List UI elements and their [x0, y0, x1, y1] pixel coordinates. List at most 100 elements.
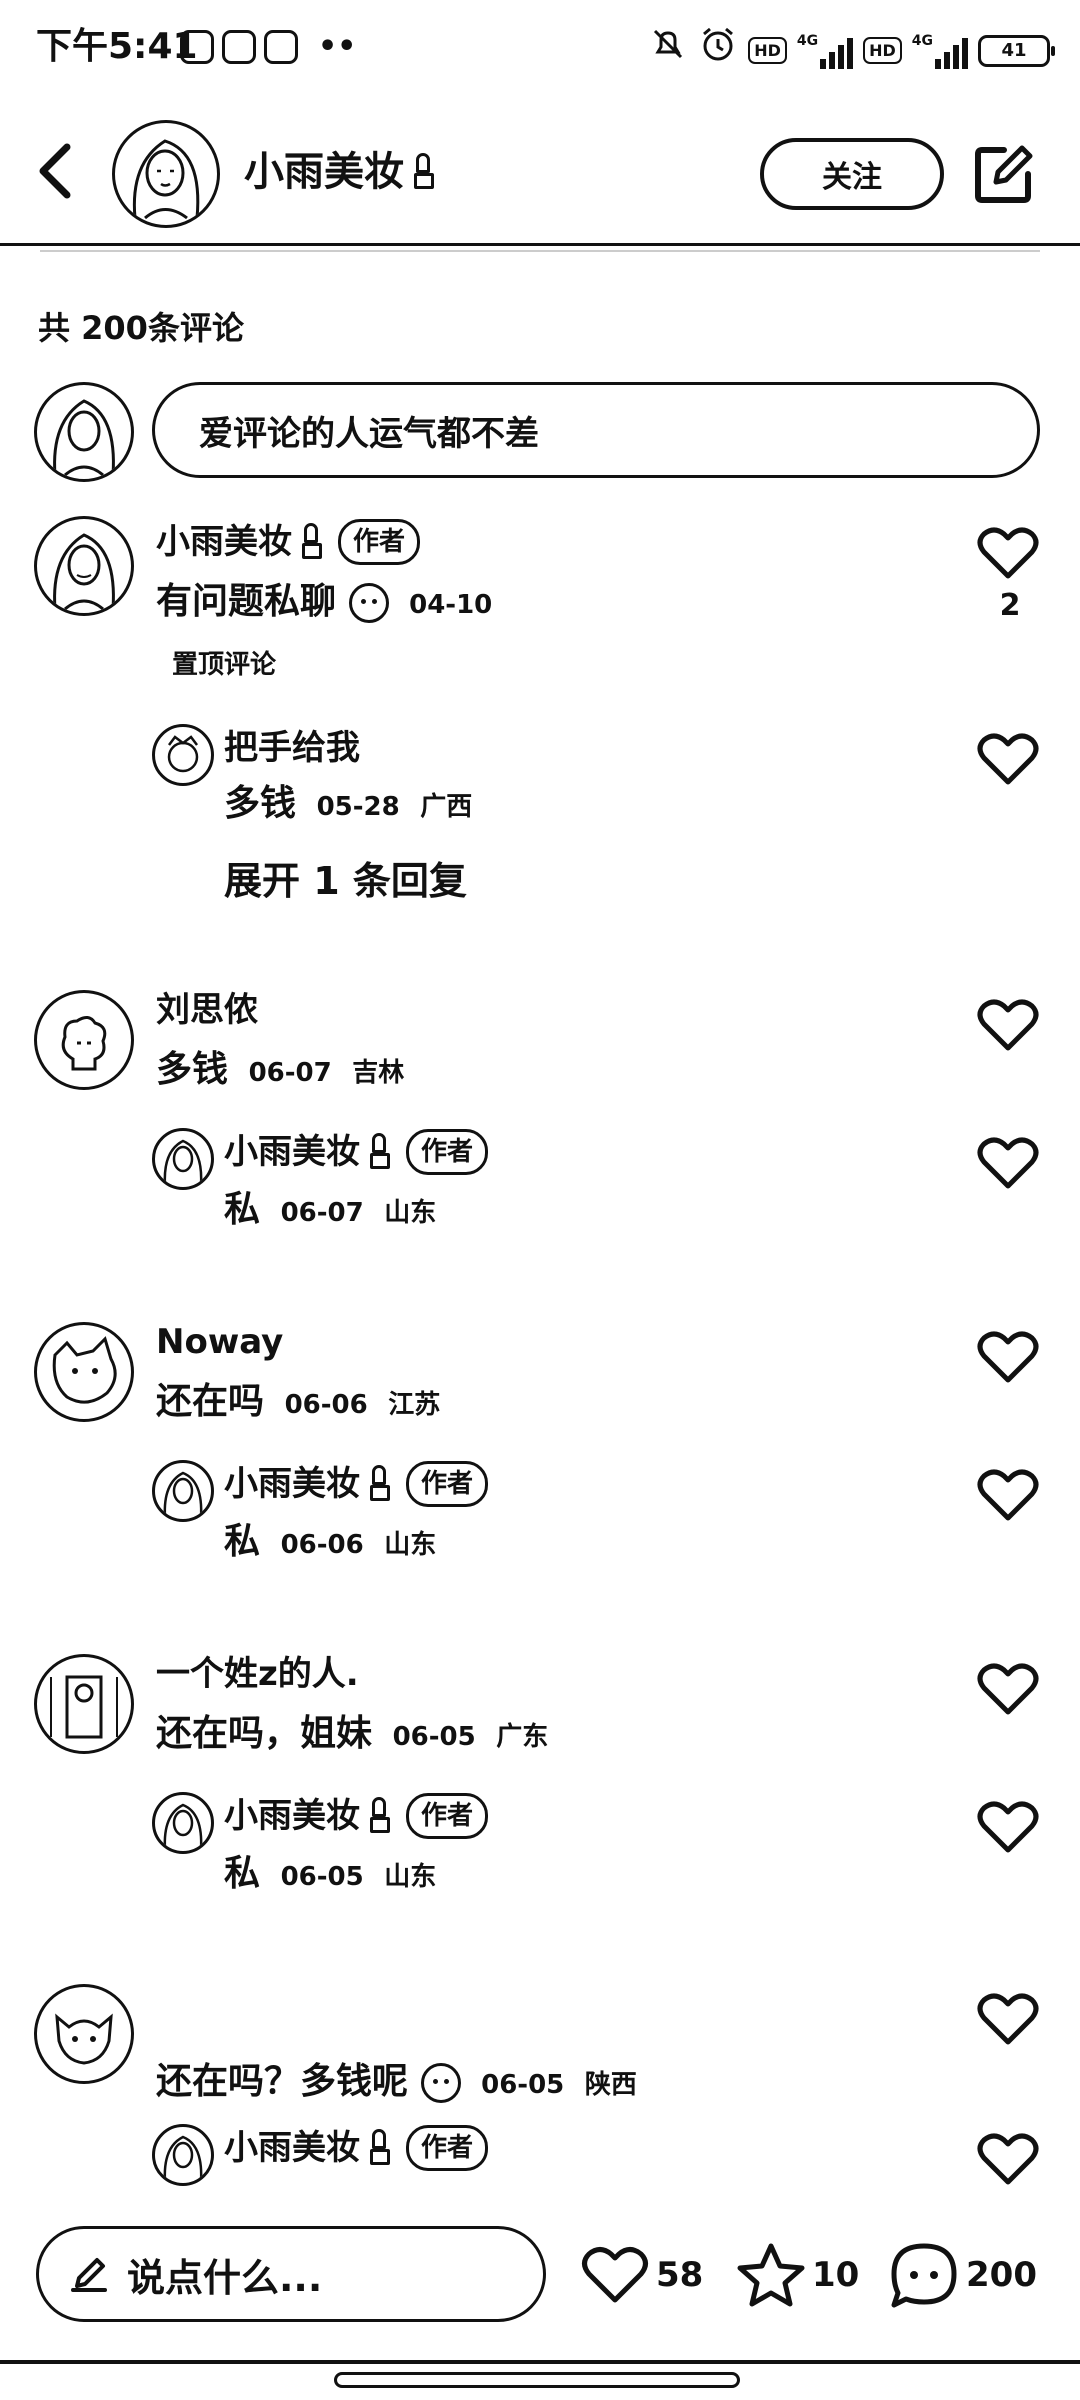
lipstick-icon [370, 2129, 390, 2167]
comment-date: 06-05 [392, 1722, 476, 1752]
emoji-icon [348, 583, 389, 623]
heart-icon [977, 1469, 1039, 1521]
reply-text[interactable]: 多钱 05-28 广西 [224, 778, 472, 833]
reply-body: 私 [224, 1189, 261, 1230]
comment-date: 04-10 [409, 590, 493, 620]
like-button[interactable] [976, 1466, 1044, 1526]
reply-text[interactable]: 私 06-06 山东 [224, 1516, 436, 1571]
heart-icon [977, 2133, 1039, 2185]
bottom-bar: 说点什么... 58 10 200 [0, 2210, 1080, 2332]
avatar[interactable] [112, 120, 220, 228]
avatar[interactable] [152, 724, 214, 786]
account-name: 小雨美妆 [244, 149, 404, 195]
comment-date: 06-06 [284, 1390, 368, 1420]
app-notification-icon [264, 30, 298, 64]
like-button[interactable] [976, 1134, 1044, 1194]
heart-icon [977, 1137, 1039, 1189]
like-button[interactable] [976, 1798, 1044, 1858]
reply-author[interactable]: 小雨美妆 作者 [224, 1128, 489, 1176]
comment-author[interactable]: Noway [156, 1318, 283, 1366]
lipstick-icon [370, 1797, 390, 1835]
author-tag: 作者 [406, 1793, 489, 1839]
author-name: 小雨美妆 [224, 1464, 360, 1504]
home-indicator[interactable] [334, 2372, 740, 2388]
network-type-label: 4G [796, 32, 819, 49]
heart-icon [977, 1993, 1039, 2045]
reply-author[interactable]: 小雨美妆 作者 [224, 2124, 489, 2172]
my-avatar [34, 382, 134, 482]
heart-icon [977, 1801, 1039, 1853]
comment-date: 06-05 [481, 2070, 565, 2100]
comment-body: 还在吗 [156, 1381, 265, 1422]
signal-strength-icon: 4G [912, 33, 968, 69]
favorite-button[interactable]: 10 [736, 2240, 859, 2310]
like-button[interactable] [976, 524, 1044, 584]
like-button[interactable] [976, 2130, 1044, 2190]
comment-text[interactable]: 还在吗？多钱呢 06-05 陕西 [156, 2056, 637, 2111]
back-button[interactable] [30, 136, 80, 206]
reply-author[interactable]: 把手给我 [224, 724, 360, 772]
reply-text[interactable]: 私 06-05 山东 [224, 1848, 436, 1903]
like-button[interactable] [976, 996, 1044, 1056]
comment-text[interactable]: 多钱 06-07 吉林 [156, 1044, 404, 1099]
comment-item: 刘思侬 多钱 06-07 吉林 小雨美妆 作者 私 06-07 山东 [0, 986, 1080, 1256]
comment-author[interactable]: 小雨美妆 作者 [156, 518, 421, 566]
signal-strength-icon: 4G [796, 32, 854, 69]
avatar[interactable] [34, 1322, 134, 1422]
comment-author[interactable]: 刘思侬 [156, 986, 258, 1034]
expand-replies-button[interactable]: 展开 1 条回复 [224, 854, 467, 908]
avatar[interactable] [34, 516, 134, 616]
reply-region: 山东 [384, 1198, 437, 1228]
avatar[interactable] [152, 1460, 214, 1522]
like-button[interactable] [976, 1660, 1044, 1720]
comment-item: 一个姓z的人. 还在吗，姐妹 06-05 广东 小雨美妆 作者 私 06-05 … [0, 1650, 1080, 1920]
battery-icon: 41 [978, 34, 1055, 67]
comment-author[interactable]: 一个姓z的人. [156, 1650, 359, 1698]
reply-region: 山东 [384, 1862, 437, 1892]
comment-input[interactable]: 爱评论的人运气都不差 [152, 382, 1040, 478]
avatar[interactable] [34, 1654, 134, 1754]
comment-total: 共 200条评论 [38, 309, 244, 347]
avatar[interactable] [34, 1984, 134, 2084]
heart-icon [977, 999, 1039, 1051]
like-button[interactable] [976, 730, 1044, 790]
avatar[interactable] [152, 1792, 214, 1854]
favorite-count: 10 [812, 2255, 860, 2295]
comment-date: 06-07 [248, 1058, 332, 1088]
reply-body: 私 [224, 1521, 261, 1562]
network-type-label: 4G [911, 32, 933, 49]
like-button[interactable] [976, 1328, 1044, 1388]
comment-text[interactable]: 还在吗，姐妹 06-05 广东 [156, 1708, 548, 1763]
heart-icon [977, 527, 1039, 579]
say-something-input[interactable]: 说点什么... [36, 2226, 546, 2322]
author-name: 小雨美妆 [224, 1796, 360, 1836]
heart-icon [977, 1331, 1039, 1383]
follow-button[interactable]: 关注 [760, 138, 944, 210]
reply-text[interactable]: 私 06-07 山东 [224, 1184, 436, 1239]
reply-author[interactable]: 小雨美妆 作者 [224, 1792, 489, 1840]
say-placeholder: 说点什么... [127, 2255, 323, 2300]
reply-author[interactable]: 小雨美妆 作者 [224, 1460, 489, 1508]
comment-text[interactable]: 还在吗 06-06 江苏 [156, 1376, 440, 1431]
avatar[interactable] [152, 2124, 214, 2186]
comment-text[interactable]: 有问题私聊 04-10 [156, 576, 492, 631]
heart-icon [977, 1663, 1039, 1715]
avatar[interactable] [152, 1128, 214, 1190]
alarm-icon [698, 24, 738, 77]
comment-body: 多钱 [156, 1049, 229, 1090]
comment-region: 吉林 [352, 1058, 405, 1088]
like-count: 58 [656, 2255, 704, 2295]
reply-region: 山东 [384, 1530, 437, 1560]
avatar[interactable] [34, 990, 134, 1090]
comment-count: 200 [966, 2255, 1037, 2295]
comment-item: 小雨美妆 作者 有问题私聊 04-10 置顶评论 2 把手给我 多钱 05-28… [0, 516, 1080, 936]
divider [0, 2360, 1080, 2364]
comment-button[interactable]: 200 [888, 2240, 1037, 2310]
like-button[interactable] [976, 1990, 1044, 2050]
like-post-button[interactable]: 58 [580, 2240, 703, 2310]
edit-button[interactable] [970, 140, 1038, 208]
reply-body: 私 [224, 1853, 261, 1894]
heart-icon [977, 733, 1039, 785]
app-notification-icon [222, 30, 256, 64]
comment-region: 江苏 [388, 1390, 441, 1420]
